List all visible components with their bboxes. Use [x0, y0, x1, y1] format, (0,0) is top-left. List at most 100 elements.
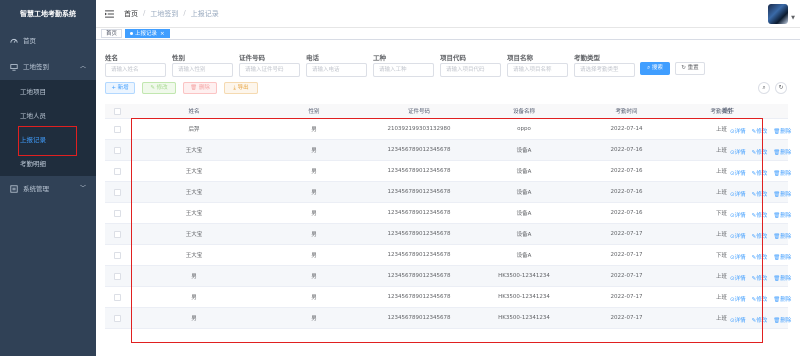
- settings-icon: [10, 185, 18, 193]
- sidebar-item-label: 工地签到: [23, 63, 49, 71]
- delete-label: 删除: [198, 85, 210, 91]
- tag-home[interactable]: 首页: [101, 29, 123, 38]
- breadcrumb-item-home[interactable]: 首页: [124, 9, 138, 19]
- breadcrumb-item-site-checkin[interactable]: 工地签到: [150, 9, 178, 19]
- delete-label: 删除: [780, 234, 792, 240]
- header-time: 考勤时间: [615, 109, 638, 115]
- delete-row-button[interactable]: 🗑删除: [773, 232, 791, 240]
- highlight-box: [131, 118, 763, 343]
- field-label: 项目代码: [440, 54, 466, 62]
- delete-label: 删除: [780, 318, 792, 324]
- project-code-input[interactable]: 请输入项目代码: [440, 63, 501, 77]
- row-checkbox[interactable]: [113, 146, 121, 154]
- hamburger-icon[interactable]: [105, 9, 114, 18]
- field-label: 项目名称: [507, 54, 533, 62]
- tag-label: 上报记录: [135, 31, 158, 37]
- search-field-phone: 电话 请输入电话: [306, 52, 367, 77]
- row-checkbox[interactable]: [113, 125, 121, 133]
- select-all-checkbox[interactable]: [113, 107, 121, 115]
- select-all-cell: [105, 107, 129, 115]
- delete-row-button[interactable]: 🗑删除: [773, 169, 791, 177]
- row-checkbox[interactable]: [113, 167, 121, 175]
- row-checkbox[interactable]: [113, 188, 121, 196]
- sidebar-item-label: 首页: [23, 37, 36, 45]
- row-select-cell: [105, 251, 129, 259]
- delete-row-button[interactable]: 🗑删除: [773, 253, 791, 261]
- delete-row-button[interactable]: 🗑删除: [773, 127, 791, 135]
- highlight-box: [18, 126, 77, 156]
- row-select-cell: [105, 230, 129, 238]
- row-checkbox[interactable]: [113, 314, 121, 322]
- header-id: 证件号码: [407, 109, 430, 115]
- row-select-cell: [105, 209, 129, 217]
- attendance-type-select[interactable]: 请选择考勤类型: [574, 63, 635, 77]
- search-field-project-name: 项目名称 请输入项目名称: [507, 52, 568, 77]
- close-icon[interactable]: ×: [160, 31, 165, 37]
- sidebar-item-system-management[interactable]: 系统管理 ﹀: [0, 176, 96, 202]
- delete-label: 删除: [780, 213, 792, 219]
- id-number-input[interactable]: 请输入证件号码: [239, 63, 300, 77]
- delete-row-button[interactable]: 🗑删除: [773, 190, 791, 198]
- field-label: 工种: [373, 54, 386, 62]
- phone-input[interactable]: 请输入电话: [306, 63, 367, 77]
- header-name: 姓名: [188, 109, 200, 115]
- delete-row-button[interactable]: 🗑删除: [773, 295, 791, 303]
- row-select-cell: [105, 293, 129, 301]
- delete-row-button[interactable]: 🗑删除: [773, 148, 791, 156]
- app-title: 智慧工地考勤系统: [20, 10, 76, 18]
- refresh-button[interactable]: ↻: [775, 82, 787, 94]
- delete-button[interactable]: 🗑 删除: [183, 82, 217, 94]
- edit-button[interactable]: ✎ 修改: [142, 82, 176, 94]
- row-select-cell: [105, 188, 129, 196]
- delete-row-button[interactable]: 🗑删除: [773, 211, 791, 219]
- sidebar-item-site-projects[interactable]: 工地项目: [0, 80, 96, 104]
- sidebar-item-home[interactable]: 首页: [0, 28, 96, 54]
- trash-icon: 🗑: [190, 85, 199, 91]
- row-checkbox[interactable]: [113, 251, 121, 259]
- breadcrumb: 首页 / 工地签到 / 上报记录: [124, 8, 219, 19]
- sidebar-item-site-personnel[interactable]: 工地人员: [0, 104, 96, 128]
- delete-label: 删除: [780, 129, 792, 135]
- work-type-input[interactable]: 请输入工种: [373, 63, 434, 77]
- header-ops: 操作: [722, 108, 735, 115]
- row-checkbox[interactable]: [113, 209, 121, 217]
- add-button[interactable]: + 新增: [105, 82, 135, 94]
- row-checkbox[interactable]: [113, 272, 121, 280]
- search-field-id: 证件号码 请输入证件号码: [239, 52, 300, 77]
- reset-button[interactable]: ↻ 重置: [675, 62, 705, 75]
- delete-row-button[interactable]: 🗑删除: [773, 274, 791, 282]
- delete-row-button[interactable]: 🗑删除: [773, 316, 791, 324]
- delete-label: 删除: [780, 255, 792, 261]
- add-label: 新增: [117, 85, 129, 91]
- project-name-input[interactable]: 请输入项目名称: [507, 63, 568, 77]
- delete-label: 删除: [780, 192, 792, 198]
- tags-view: 首页 上报记录 ×: [96, 28, 800, 40]
- search-field-gender: 性别 请输入性别: [172, 52, 233, 77]
- tag-report-records[interactable]: 上报记录 ×: [125, 29, 170, 38]
- monitor-icon: [10, 63, 18, 71]
- chevron-down-icon: ﹀: [79, 185, 86, 192]
- field-label: 性别: [172, 54, 185, 62]
- name-input[interactable]: 请输入姓名: [105, 63, 166, 77]
- avatar[interactable]: [768, 4, 788, 24]
- gender-input[interactable]: 请输入性别: [172, 63, 233, 77]
- row-checkbox[interactable]: [113, 293, 121, 301]
- export-button[interactable]: ⤓ 导出: [224, 82, 258, 94]
- row-checkbox[interactable]: [113, 230, 121, 238]
- export-label: 导出: [237, 85, 249, 91]
- header-gender: 性别: [308, 109, 320, 115]
- delete-label: 删除: [780, 150, 792, 156]
- caret-down-icon[interactable]: ▼: [791, 15, 795, 21]
- refresh-icon: ↻: [778, 84, 784, 91]
- sidebar-item-site-checkin[interactable]: 工地签到 ︿: [0, 54, 96, 80]
- delete-label: 删除: [780, 171, 792, 177]
- search-button[interactable]: ⌕ 搜索: [640, 62, 670, 75]
- search-toggle-button[interactable]: ⌕: [758, 82, 770, 94]
- search-field-name: 姓名 请输入姓名: [105, 52, 166, 77]
- field-label: 考勤类型: [574, 54, 600, 62]
- row-select-cell: [105, 125, 129, 133]
- search-button-label: 搜索: [651, 65, 663, 71]
- delete-label: 删除: [780, 297, 792, 303]
- field-label: 证件号码: [239, 54, 265, 62]
- dashboard-icon: [10, 37, 18, 45]
